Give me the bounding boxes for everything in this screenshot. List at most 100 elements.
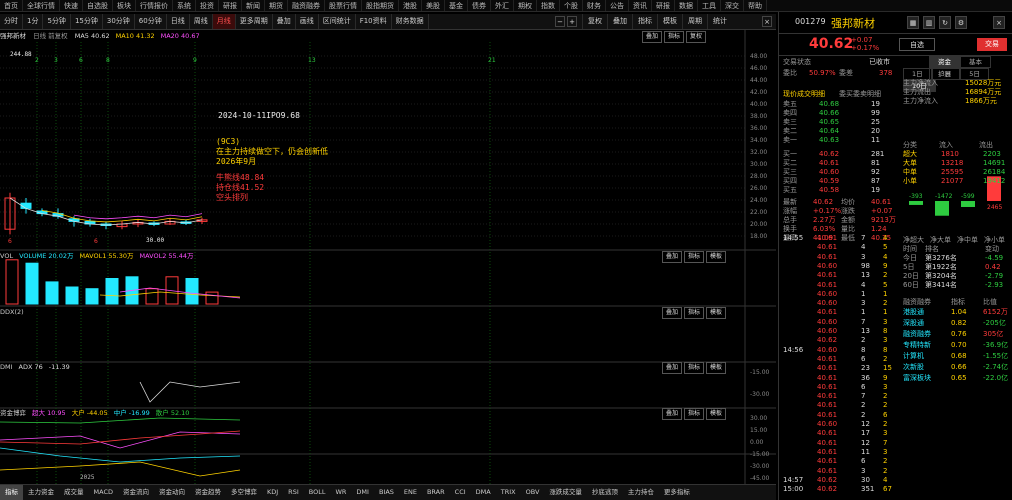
top-menu-item[interactable]: 财务 <box>583 0 606 11</box>
toolbar-item[interactable]: F10资料 <box>356 14 392 29</box>
toolbar-item[interactable]: 月线 <box>212 14 236 29</box>
toolbar-item[interactable]: 区间统计 <box>319 14 356 29</box>
toolbar-item[interactable]: 财务数据 <box>392 14 429 29</box>
indicator-tab[interactable]: 成交量 <box>59 485 89 500</box>
indicator-tab[interactable]: TRIX <box>496 485 521 500</box>
top-menu-item[interactable]: 研报 <box>652 0 675 11</box>
settings-icon[interactable]: ⚙ <box>955 16 967 29</box>
toolbar-item[interactable]: 叠加 <box>273 14 296 29</box>
indicator-tab[interactable]: 涨跌成交量 <box>544 485 587 500</box>
top-menu-item[interactable]: 债券 <box>468 0 491 11</box>
indicator-tab[interactable]: 资金趋势 <box>190 485 226 500</box>
top-menu-item[interactable]: 自选股 <box>83 0 113 11</box>
layout-icon[interactable]: ▥ <box>923 16 935 29</box>
toolbar-item[interactable]: 1分 <box>23 14 44 29</box>
panel-tool-button[interactable]: 叠加 <box>662 251 683 263</box>
indicator-tab[interactable]: BIAS <box>374 485 399 500</box>
panel-tool-button[interactable]: 叠加 <box>662 408 683 420</box>
indicator-tab[interactable]: RSI <box>283 485 304 500</box>
top-menu-item[interactable]: 板块 <box>113 0 136 11</box>
top-menu-item[interactable]: 资讯 <box>629 0 652 11</box>
top-menu-item[interactable]: 研报 <box>219 0 242 11</box>
indicator-tab[interactable]: 多空博弈 <box>226 485 262 500</box>
toolbar-right-item[interactable]: 模板 <box>657 14 682 29</box>
indicator-tab[interactable]: 主力持仓 <box>623 485 659 500</box>
indicator-tab[interactable]: DMA <box>471 485 496 500</box>
top-menu-item[interactable]: 数据 <box>675 0 698 11</box>
top-menu-item[interactable]: 股指期货 <box>362 0 399 11</box>
top-menu-item[interactable]: 美股 <box>422 0 445 11</box>
close-icon[interactable]: × <box>762 16 772 27</box>
top-menu-item[interactable]: 深交 <box>721 0 744 11</box>
toolbar-right-item[interactable]: 复权 <box>582 14 607 29</box>
top-menu-item[interactable]: 期货 <box>265 0 288 11</box>
top-menu-item[interactable]: 指数 <box>537 0 560 11</box>
top-menu-item[interactable]: 期权 <box>514 0 537 11</box>
top-menu-item[interactable]: 行情报价 <box>136 0 173 11</box>
indicator-tab[interactable]: KDJ <box>262 485 283 500</box>
indicator-tab[interactable]: OBV <box>521 485 545 500</box>
panel-tool-button[interactable]: 叠加 <box>662 362 683 374</box>
toolbar-right-item[interactable]: 叠加 <box>607 14 632 29</box>
top-menu-item[interactable]: 系统 <box>173 0 196 11</box>
toolbar-item[interactable]: 周线 <box>190 14 213 29</box>
indicator-tab[interactable]: 抄底逃顶 <box>587 485 623 500</box>
top-menu-item[interactable]: 投资 <box>196 0 219 11</box>
toolbar-right-item[interactable]: 统计 <box>707 14 732 29</box>
top-menu-item[interactable]: 外汇 <box>491 0 514 11</box>
toolbar-item[interactable]: 画线 <box>296 14 319 29</box>
trade-button[interactable]: 交易 <box>977 38 1007 51</box>
top-menu-item[interactable]: 快速 <box>60 0 83 11</box>
info-tab[interactable]: 资金 <box>929 56 960 68</box>
top-menu-item[interactable]: 全球行情 <box>23 0 60 11</box>
toolbar-item[interactable]: 更多周期 <box>236 14 273 29</box>
close-panel-icon[interactable]: × <box>993 16 1005 29</box>
toolbar-item[interactable]: 60分钟 <box>135 14 167 29</box>
panel-tool-button[interactable]: 指标 <box>664 31 685 43</box>
info-tab[interactable]: 基本 <box>960 56 991 68</box>
panel-tool-button[interactable]: 指标 <box>684 408 705 420</box>
panel-tool-button[interactable]: 模板 <box>706 408 727 420</box>
top-menu-item[interactable]: 公告 <box>606 0 629 11</box>
indicator-tab[interactable]: DMI <box>351 485 374 500</box>
add-watchlist-button[interactable]: 自选 <box>899 38 935 51</box>
plus-icon[interactable]: + <box>567 16 577 27</box>
minus-icon[interactable]: − <box>555 16 565 27</box>
panel-tool-button[interactable]: 模板 <box>706 307 727 319</box>
top-menu-item[interactable]: 首页 <box>0 0 23 11</box>
top-menu-item[interactable]: 融资融券 <box>288 0 325 11</box>
toolbar-right-item[interactable]: 周期 <box>682 14 707 29</box>
top-menu-item[interactable]: 个股 <box>560 0 583 11</box>
indicator-tab[interactable]: BOLL <box>304 485 331 500</box>
indicator-tab[interactable]: ENE <box>399 485 422 500</box>
indicator-tab[interactable]: MACD <box>89 485 118 500</box>
top-menu-item[interactable]: 工具 <box>698 0 721 11</box>
panel-tool-button[interactable]: 复权 <box>686 31 707 43</box>
toolbar-item[interactable]: 日线 <box>167 14 190 29</box>
toolbar-right-item[interactable]: 指标 <box>632 14 657 29</box>
indicator-tab[interactable]: 资金动向 <box>154 485 190 500</box>
tile-icon[interactable]: ▦ <box>907 16 919 29</box>
toolbar-item[interactable]: 15分钟 <box>71 14 103 29</box>
indicator-tab[interactable]: 主力资金 <box>23 485 59 500</box>
top-menu-item[interactable]: 港股 <box>399 0 422 11</box>
indicator-tab[interactable]: WR <box>330 485 351 500</box>
toolbar-item[interactable]: 分时 <box>0 14 23 29</box>
indicator-tab[interactable]: CCI <box>450 485 471 500</box>
toolbar-item[interactable]: 5分钟 <box>43 14 71 29</box>
indicator-tab[interactable]: 资金流向 <box>118 485 154 500</box>
indicator-tab[interactable]: 指标 <box>0 485 23 500</box>
panel-tool-button[interactable]: 叠加 <box>662 307 683 319</box>
panel-tool-button[interactable]: 模板 <box>706 251 727 263</box>
top-menu-item[interactable]: 基金 <box>445 0 468 11</box>
refresh-icon[interactable]: ↻ <box>939 16 951 29</box>
panel-tool-button[interactable]: 模板 <box>706 362 727 374</box>
indicator-tab[interactable]: 更多指标 <box>659 485 695 500</box>
top-menu-item[interactable]: 帮助 <box>744 0 767 11</box>
top-menu-item[interactable]: 新闻 <box>242 0 265 11</box>
toolbar-item[interactable]: 30分钟 <box>103 14 135 29</box>
indicator-tab[interactable]: BRAR <box>422 485 450 500</box>
panel-tool-button[interactable]: 指标 <box>684 307 705 319</box>
panel-tool-button[interactable]: 叠加 <box>642 31 663 43</box>
top-menu-item[interactable]: 股票行情 <box>325 0 362 11</box>
